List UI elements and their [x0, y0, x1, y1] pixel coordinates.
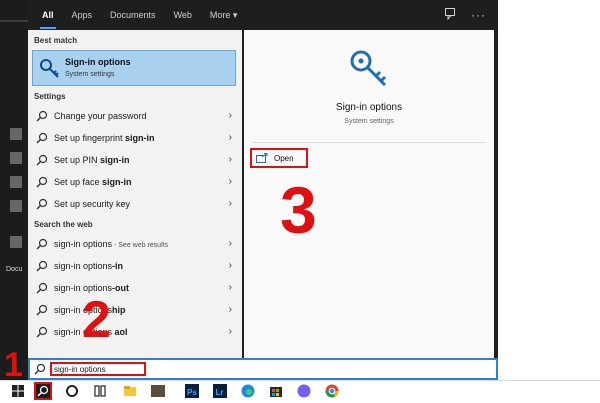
- search-icon: [36, 260, 48, 272]
- desktop-icon[interactable]: [10, 152, 22, 164]
- chevron-right-icon[interactable]: ›: [229, 260, 232, 271]
- svg-text:Ps: Ps: [187, 388, 197, 397]
- web-header: Search the web: [34, 220, 93, 229]
- chevron-right-icon[interactable]: ›: [229, 326, 232, 337]
- file-explorer-icon[interactable]: [122, 383, 138, 399]
- web-result[interactable]: sign-in options-in ›: [32, 256, 238, 276]
- step-2-annotation: 2: [82, 291, 111, 349]
- chevron-right-icon[interactable]: ›: [229, 110, 232, 121]
- settings-item-fingerprint[interactable]: Set up fingerprint sign-in ›: [32, 128, 238, 148]
- chrome-icon[interactable]: [324, 383, 340, 399]
- task-view-icon[interactable]: [92, 383, 108, 399]
- desktop-background: Docu: [0, 0, 28, 380]
- search-icon: [36, 198, 48, 210]
- taskbar: Ps Lr: [0, 380, 600, 400]
- viber-icon[interactable]: [296, 383, 312, 399]
- best-match-title: Sign-in options: [65, 57, 131, 67]
- search-input[interactable]: [50, 362, 146, 376]
- lightroom-icon[interactable]: Lr: [212, 383, 228, 399]
- desktop-icon[interactable]: [10, 128, 22, 140]
- svg-text:Lr: Lr: [216, 388, 224, 397]
- tab-all[interactable]: All: [40, 10, 55, 29]
- search-tabs: All Apps Documents Web More ▾ ···: [28, 0, 498, 30]
- desktop-strip: [0, 20, 28, 22]
- chevron-right-icon[interactable]: ›: [229, 238, 232, 249]
- tab-apps[interactable]: Apps: [72, 10, 93, 20]
- divider: [252, 142, 486, 143]
- key-icon: [350, 50, 387, 87]
- open-label: Open: [274, 154, 294, 163]
- chevron-right-icon[interactable]: ›: [229, 304, 232, 315]
- chevron-right-icon[interactable]: ›: [229, 198, 232, 209]
- desktop-icon[interactable]: [10, 176, 22, 188]
- step-3-annotation: 3: [280, 173, 317, 247]
- open-window-icon: [256, 153, 268, 163]
- chevron-right-icon[interactable]: ›: [229, 154, 232, 165]
- search-icon: [36, 132, 48, 144]
- results-list: Best match Sign-in options System settin…: [28, 30, 242, 360]
- key-icon: [40, 59, 59, 78]
- cortana-icon[interactable]: [64, 383, 80, 399]
- windows-start-icon[interactable]: [10, 383, 26, 399]
- web-result[interactable]: sign-in optionship ›: [32, 300, 238, 320]
- chevron-right-icon[interactable]: ›: [229, 282, 232, 293]
- more-options-icon[interactable]: ···: [471, 8, 486, 22]
- search-icon: [36, 238, 48, 250]
- settings-header: Settings: [34, 92, 66, 101]
- web-result[interactable]: sign-in options aol ›: [32, 322, 238, 342]
- store-icon[interactable]: [268, 383, 284, 399]
- preview-title: Sign-in options: [335, 102, 403, 113]
- edge-icon[interactable]: [240, 383, 256, 399]
- step-1-annotation: 1: [4, 346, 23, 384]
- search-icon: [36, 154, 48, 166]
- search-icon: [36, 304, 48, 316]
- settings-item-security-key[interactable]: Set up security key ›: [32, 194, 238, 214]
- settings-item-pin[interactable]: Set up PIN sign-in ›: [32, 150, 238, 170]
- tab-more[interactable]: More ▾: [210, 10, 238, 21]
- best-match-subtitle: System settings: [65, 71, 115, 78]
- search-icon: [36, 326, 48, 338]
- settings-item-change-password[interactable]: Change your password ›: [32, 106, 238, 126]
- chevron-right-icon[interactable]: ›: [229, 132, 232, 143]
- web-result[interactable]: sign-in options - See web results ›: [32, 234, 238, 254]
- best-match-header: Best match: [34, 36, 78, 45]
- photo-app-icon[interactable]: [150, 383, 166, 399]
- desktop-label: Docu: [6, 266, 23, 273]
- desktop-background-right: [498, 0, 600, 380]
- web-result[interactable]: sign-in options-out ›: [32, 278, 238, 298]
- open-button[interactable]: Open: [250, 148, 308, 168]
- search-box[interactable]: [28, 358, 498, 380]
- windows-icon[interactable]: [10, 236, 22, 248]
- tab-web[interactable]: Web: [174, 10, 192, 20]
- settings-item-face[interactable]: Set up face sign-in ›: [32, 172, 238, 192]
- chevron-right-icon[interactable]: ›: [229, 176, 232, 187]
- desktop-icon[interactable]: [10, 200, 22, 212]
- search-icon: [36, 176, 48, 188]
- photoshop-icon[interactable]: Ps: [184, 383, 200, 399]
- search-icon: [36, 282, 48, 294]
- best-match-item[interactable]: Sign-in options System settings: [32, 50, 236, 86]
- search-icon: [34, 363, 46, 375]
- tab-documents[interactable]: Documents: [110, 10, 156, 20]
- feedback-icon[interactable]: [444, 7, 458, 21]
- search-icon: [36, 110, 48, 122]
- search-icon: [37, 385, 49, 397]
- preview-subtitle: System settings: [344, 118, 394, 125]
- taskbar-search-button[interactable]: [34, 382, 52, 400]
